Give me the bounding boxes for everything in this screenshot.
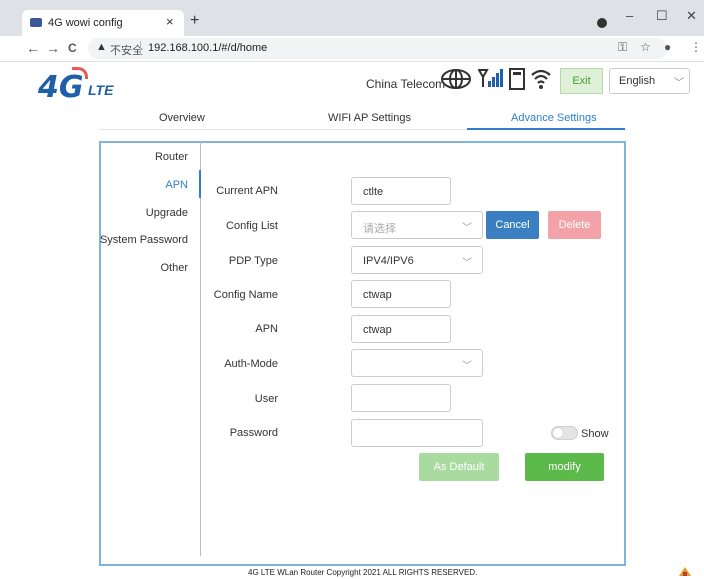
sidebar-item-upgrade[interactable]: Upgrade <box>38 207 188 219</box>
sidebar-item-apn[interactable]: APN <box>38 179 188 191</box>
profile-icon[interactable] <box>597 18 607 28</box>
config-name-label: Config Name <box>213 289 278 301</box>
apn-value: ctwap <box>363 324 392 336</box>
key-icon[interactable]: ⚿ <box>618 40 627 55</box>
sidebar-item-other[interactable]: Other <box>38 262 188 274</box>
config-list-label: Config List <box>226 220 278 232</box>
config-list-select[interactable]: 请选择 ﹀ <box>351 211 483 239</box>
close-window-button[interactable]: ✕ <box>686 8 697 24</box>
pdp-type-select[interactable]: IPV4/IPV6 ﹀ <box>351 246 483 274</box>
brand-logo: 4G LTE <box>38 66 118 106</box>
account-icon[interactable]: ● <box>664 40 671 54</box>
corner-logo-icon <box>679 567 691 576</box>
password-label: Password <box>229 427 278 439</box>
tab-overview[interactable]: Overview <box>159 112 205 124</box>
apn-input[interactable]: ctwap <box>351 315 451 343</box>
logo-sub: LTE <box>88 82 114 98</box>
signal-icon <box>478 69 503 87</box>
logo-text: 4G <box>38 70 84 105</box>
password-input[interactable] <box>351 419 483 447</box>
wifi-icon <box>531 69 551 89</box>
sim-card-icon <box>509 68 525 90</box>
browser-tab-bar: 4G wowi config × + – ☐ ✕ <box>0 0 704 36</box>
address-bar[interactable]: ▲ 不安全 192.168.100.1/#/d/home <box>88 38 668 59</box>
config-list-placeholder: 请选择 <box>363 223 396 235</box>
menu-icon[interactable]: ⋮ <box>690 40 702 54</box>
address-separator <box>140 41 141 55</box>
tab-close-icon[interactable]: × <box>166 14 174 29</box>
forward-button[interactable]: → <box>46 40 60 56</box>
warning-icon: ▲ <box>96 41 107 53</box>
browser-toolbar: ← → C ▲ 不安全 192.168.100.1/#/d/home <box>0 36 704 62</box>
tab-advance-settings[interactable]: Advance Settings <box>511 112 597 124</box>
as-default-button[interactable]: As Default <box>419 453 499 481</box>
chevron-down-icon: ﹀ <box>462 361 472 372</box>
back-button[interactable]: ← <box>26 40 40 56</box>
chevron-down-icon: ﹀ <box>462 223 472 234</box>
auth-mode-select[interactable]: ﹀ <box>351 349 483 377</box>
browser-tab[interactable]: 4G wowi config × <box>22 10 184 36</box>
user-input[interactable] <box>351 384 451 412</box>
tab-title: 4G wowi config <box>48 17 123 29</box>
chevron-down-icon: ﹀ <box>462 258 472 269</box>
maximize-button[interactable]: ☐ <box>656 8 668 24</box>
insecure-label: 不安全 <box>110 45 143 57</box>
config-name-input[interactable]: ctwap <box>351 280 451 308</box>
pdp-type-value: IPV4/IPV6 <box>363 255 414 267</box>
sidebar-item-router[interactable]: Router <box>38 151 188 163</box>
pdp-type-label: PDP Type <box>228 255 278 267</box>
star-icon[interactable]: ☆ <box>640 40 651 54</box>
current-apn-field: ctlte <box>351 177 451 205</box>
modify-button[interactable]: modify <box>525 453 604 481</box>
chevron-down-icon: ﹀ <box>674 78 684 89</box>
active-tab-indicator <box>467 128 625 130</box>
config-name-value: ctwap <box>363 289 392 301</box>
apn-label: APN <box>255 323 278 335</box>
new-tab-button[interactable]: + <box>190 12 199 30</box>
reload-button[interactable]: C <box>68 41 77 55</box>
tab-favicon-icon <box>30 18 42 27</box>
user-label: User <box>254 393 278 405</box>
url-text[interactable]: 192.168.100.1/#/d/home <box>148 42 267 54</box>
current-apn-label: Current APN <box>216 185 278 197</box>
sidebar-divider <box>200 142 201 556</box>
sidebar-item-system-password[interactable]: System Password <box>38 234 188 246</box>
carrier-name: China Telecom <box>366 77 446 91</box>
language-select[interactable]: English ﹀ <box>609 68 690 94</box>
show-password-label: Show <box>581 428 609 440</box>
current-apn-value: ctlte <box>363 186 384 198</box>
auth-mode-label: Auth-Mode <box>224 358 278 370</box>
tab-wifi-ap-settings[interactable]: WIFI AP Settings <box>328 112 411 124</box>
footer-copyright: 4G LTE WLan Router Copyright 2021 ALL RI… <box>248 568 478 577</box>
show-password-toggle[interactable] <box>551 426 578 440</box>
exit-button[interactable]: Exit <box>560 68 603 94</box>
delete-button[interactable]: Delete <box>548 211 601 239</box>
cancel-button[interactable]: Cancel <box>486 211 539 239</box>
language-value: English <box>619 75 656 87</box>
globe-icon <box>441 69 471 89</box>
toggle-knob <box>553 428 563 438</box>
minimize-button[interactable]: – <box>626 8 633 23</box>
